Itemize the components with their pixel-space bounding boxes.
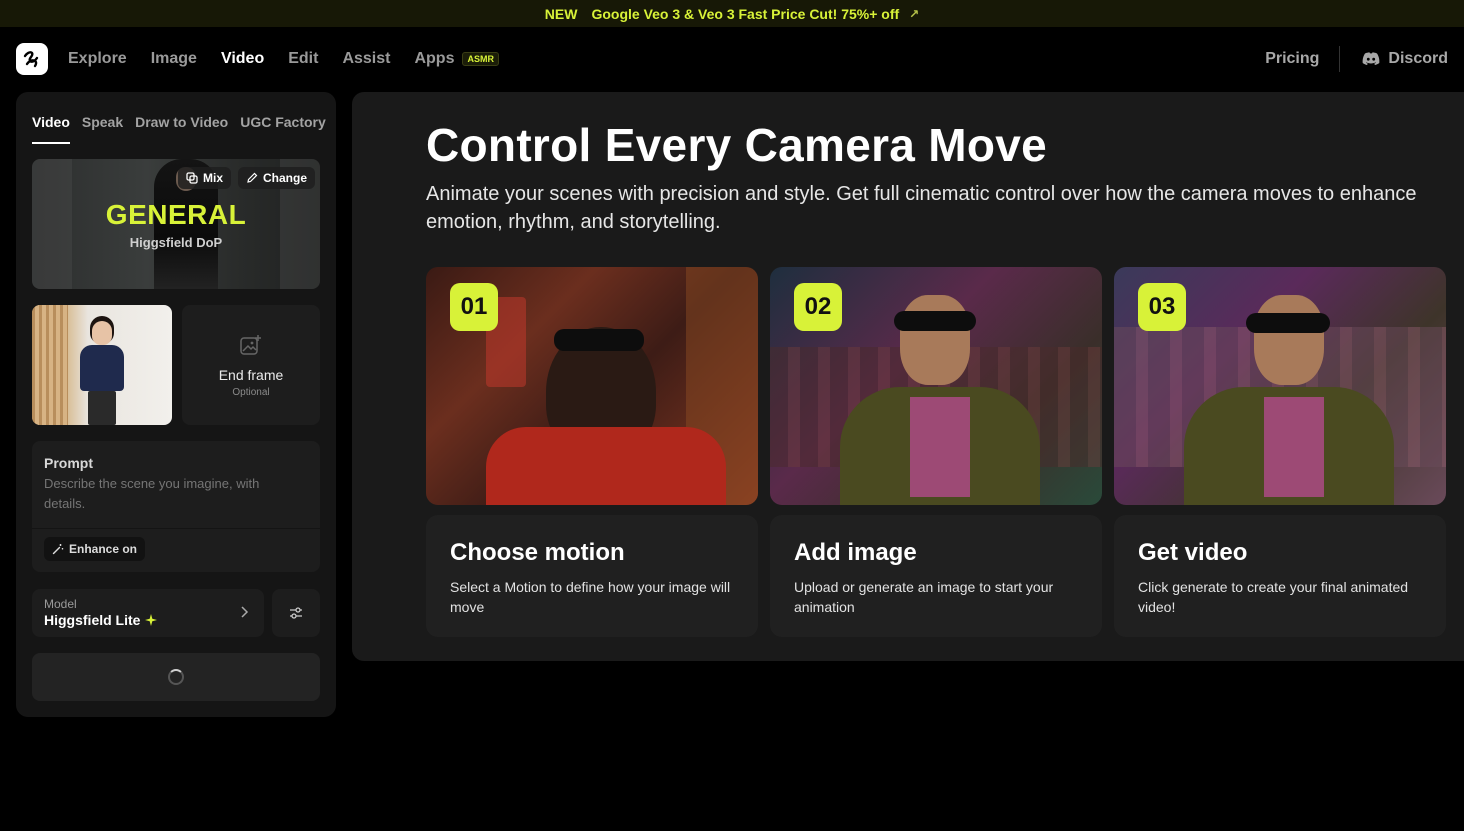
settings-button[interactable] — [272, 589, 320, 637]
end-frame-label: End frame — [218, 366, 284, 383]
nav-right: Pricing Discord — [1265, 46, 1448, 72]
nav-apps[interactable]: Apps ASMR — [414, 50, 499, 68]
step-card-1: Choose motion Select a Motion to define … — [426, 515, 758, 637]
announcement-bar[interactable]: NEW Google Veo 3 & Veo 3 Fast Price Cut!… — [0, 0, 1464, 27]
nav-video[interactable]: Video — [221, 50, 264, 68]
enhance-label: Enhance on — [69, 542, 138, 556]
step-title-1: Choose motion — [450, 539, 625, 566]
magic-wand-icon — [52, 544, 64, 555]
loading-spinner-icon — [168, 669, 184, 685]
end-frame-upload[interactable]: End frame Optional — [182, 305, 320, 425]
add-image-icon — [240, 334, 261, 355]
model-name: Higgsfield Lite — [44, 612, 141, 628]
step-number-2: 02 — [794, 283, 842, 331]
step-get-video: 03 Get video Click generate to create yo… — [1114, 267, 1446, 637]
thumb-bg-slats — [32, 305, 68, 425]
page-lead: Animate your scenes with precision and s… — [426, 183, 1417, 233]
discord-label: Discord — [1388, 50, 1448, 67]
step-choose-motion: 01 Choose motion Select a Motion to defi… — [426, 267, 758, 637]
discord-link[interactable]: Discord — [1340, 50, 1448, 68]
step-number-3: 03 — [1138, 283, 1186, 331]
asmr-badge: ASMR — [462, 52, 499, 66]
step-card-2: Add image Upload or generate an image to… — [770, 515, 1102, 637]
step-image-2: 02 — [770, 267, 1102, 505]
top-nav: Explore Image Video Edit Assist Apps ASM… — [0, 27, 1464, 91]
step-desc-3: Click generate to create your final anim… — [1138, 579, 1409, 615]
nav-assist[interactable]: Assist — [342, 50, 390, 68]
tab-ugc-factory[interactable]: UGC Factory — [240, 114, 326, 144]
step-add-image: 02 Add image Upload or generate an image… — [770, 267, 1102, 637]
pencil-icon — [247, 172, 258, 183]
nav-apps-label: Apps — [414, 50, 455, 67]
nav-edit[interactable]: Edit — [288, 50, 318, 68]
nav-image[interactable]: Image — [151, 50, 197, 68]
motion-subtitle: Higgsfield DoP — [129, 235, 223, 250]
pricing-link[interactable]: Pricing — [1265, 46, 1341, 72]
step-title-3: Get video — [1138, 539, 1248, 566]
sliders-icon — [290, 607, 302, 619]
prompt-input[interactable] — [44, 474, 294, 518]
panel-tabs: Video Speak Draw to Video UGC Factory — [32, 114, 326, 144]
step-title-2: Add image — [794, 539, 917, 566]
enhance-toggle[interactable]: Enhance on — [44, 537, 146, 561]
announcement-tag: NEW — [544, 5, 578, 22]
step-desc-2: Upload or generate an image to start you… — [794, 579, 1054, 615]
logo-icon — [23, 51, 39, 68]
sparkle-icon — [145, 614, 158, 626]
prompt-box: Prompt Enhance on — [32, 441, 320, 572]
model-label: Model — [44, 597, 77, 611]
model-value: Higgsfield Lite — [44, 612, 158, 628]
motion-title: GENERAL — [105, 199, 247, 230]
video-create-panel: Video Speak Draw to Video UGC Factory Mi… — [16, 92, 336, 717]
change-button[interactable]: Change — [238, 167, 316, 189]
step-image-3: 03 — [1114, 267, 1446, 505]
mix-label: Mix — [203, 171, 224, 185]
mix-button[interactable]: Mix — [178, 167, 232, 189]
mix-icon — [186, 172, 198, 184]
step-image-1: 01 — [426, 267, 758, 505]
model-selector[interactable]: Model Higgsfield Lite — [32, 589, 264, 637]
prompt-label: Prompt — [44, 455, 93, 471]
external-arrow-icon: ↗ — [909, 6, 920, 21]
page-title: Control Every Camera Move — [426, 119, 1048, 171]
main-content: Control Every Camera Move Animate your s… — [352, 92, 1464, 661]
change-label: Change — [263, 171, 308, 185]
tab-video[interactable]: Video — [32, 114, 70, 144]
chevron-right-icon — [241, 606, 249, 618]
prompt-divider — [32, 528, 320, 529]
start-frame-thumbnail[interactable] — [32, 305, 172, 425]
end-frame-optional: Optional — [232, 386, 270, 398]
higgsfield-logo[interactable] — [16, 43, 48, 75]
tab-draw-to-video[interactable]: Draw to Video — [135, 114, 228, 144]
step-card-3: Get video Click generate to create your … — [1114, 515, 1446, 637]
generate-button[interactable] — [32, 653, 320, 701]
announcement-message[interactable]: Google Veo 3 & Veo 3 Fast Price Cut! 75%… — [591, 6, 899, 22]
nav-explore[interactable]: Explore — [68, 50, 127, 68]
step-desc-1: Select a Motion to define how your image… — [450, 579, 731, 615]
tab-speak[interactable]: Speak — [82, 114, 123, 144]
motion-preset-card[interactable]: Mix Change GENERAL Higgsfield DoP — [32, 159, 320, 289]
discord-icon — [1363, 52, 1380, 65]
thumb-person — [74, 321, 130, 425]
step-number-1: 01 — [450, 283, 498, 331]
